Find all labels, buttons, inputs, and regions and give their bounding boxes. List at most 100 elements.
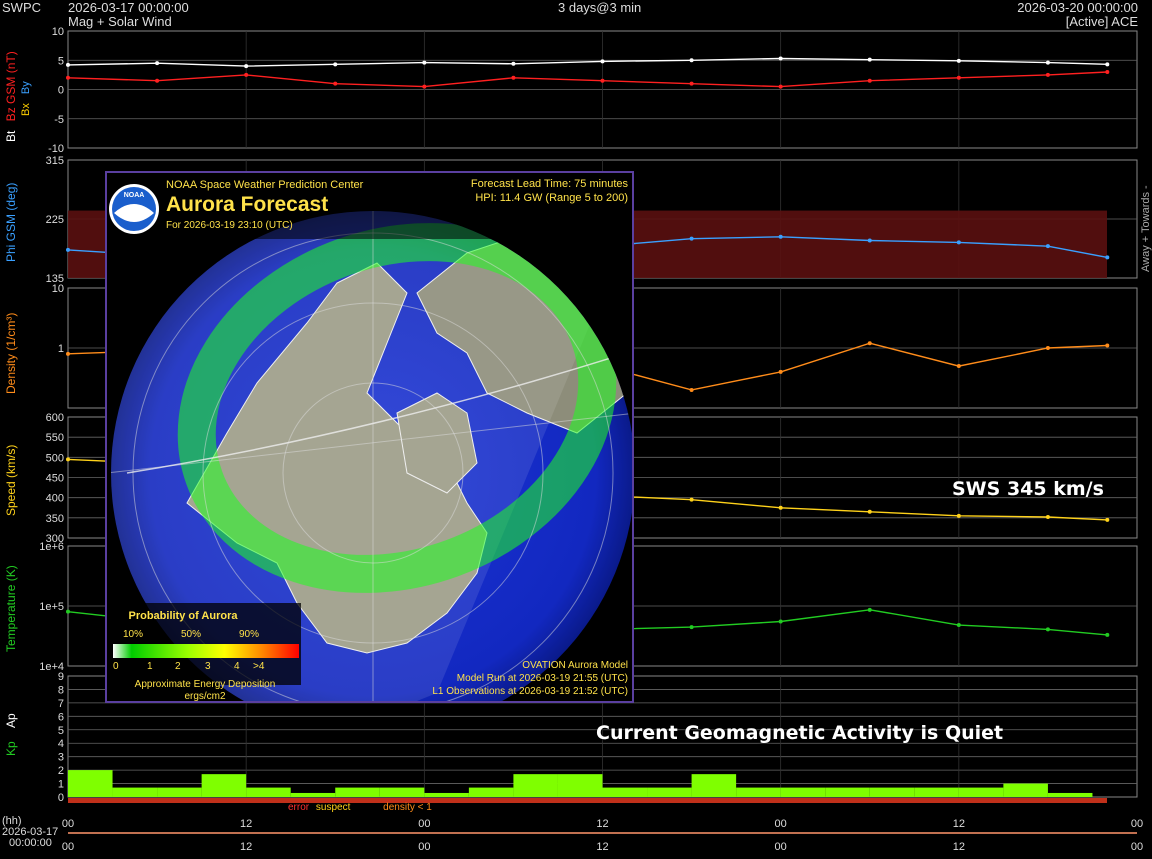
aurora-map: NOAA NOAA Space Weather Prediction Cente…	[107, 173, 632, 702]
kp-bar	[290, 792, 336, 797]
flag-strip	[68, 798, 1107, 803]
aurora-org: NOAA Space Weather Prediction Center	[166, 179, 364, 191]
xtick-label-top: 00	[62, 818, 74, 830]
phi-series-point	[778, 234, 783, 239]
xtick-label-top: 00	[775, 818, 787, 830]
model-name: OVATION Aurora Model	[522, 660, 628, 671]
phi-series-point	[867, 238, 872, 243]
phi-ylabel: Phi GSM (deg)	[4, 182, 18, 262]
ytick-label: 4	[58, 738, 64, 750]
phi-series-point	[956, 240, 961, 245]
bz-series-point	[600, 78, 605, 83]
bt-series-point	[66, 62, 70, 67]
bt-series-point	[956, 58, 961, 63]
aurora-for-time: For 2026-03-19 23:10 (UTC)	[166, 220, 293, 231]
by-label: By	[20, 81, 32, 95]
ytick-label: 1	[58, 779, 64, 791]
ytick-label: -5	[54, 114, 64, 126]
kp-bar	[157, 787, 202, 797]
xtick-label-bottom: 12	[596, 841, 608, 853]
ytick-label: 225	[46, 214, 64, 226]
svg-text:3: 3	[205, 661, 211, 672]
kp-bar	[869, 787, 915, 797]
bt-series-point	[155, 61, 160, 66]
bz-series-point	[333, 81, 338, 86]
xtick-label-bottom: 00	[62, 841, 74, 853]
ytick-label: 1e+5	[39, 601, 64, 613]
temperature-series-point	[689, 625, 694, 630]
kp-label: Kp	[4, 741, 18, 756]
kp-bar	[914, 787, 959, 797]
l1-observations: L1 Observations at 2026-03-19 21:52 (UTC…	[432, 686, 628, 697]
bt-series-line	[67, 57, 1108, 67]
ytick-label: 10	[52, 283, 64, 295]
ytick-label: 0	[58, 792, 64, 804]
probability-legend: Probability of Aurora 10% 50% 90% 0 1 2 …	[111, 603, 301, 702]
ytick-label: 315	[46, 155, 64, 167]
bz-series-point	[1105, 69, 1110, 74]
bt-series-point	[1105, 62, 1110, 67]
density-series-point	[956, 364, 961, 369]
ytick-label: 10	[52, 26, 64, 38]
bz-series-point	[155, 78, 160, 83]
svg-text:>4: >4	[253, 661, 265, 672]
kp-bar	[557, 774, 603, 797]
bt-label: Bt	[4, 130, 18, 142]
svg-text:Approximate Energy Deposition: Approximate Energy Deposition	[135, 679, 276, 690]
bt-series-point	[600, 59, 605, 64]
bz-label: Bz GSM (nT)	[4, 51, 18, 122]
bt-series-point	[867, 57, 872, 62]
bt-series-point	[511, 61, 516, 66]
speed-series-point	[867, 509, 872, 514]
ytick-label: 450	[46, 473, 64, 485]
phi-series-point	[1045, 244, 1050, 249]
speed-series-point	[689, 497, 694, 502]
ytick-label: 0	[58, 85, 64, 97]
bz-series-point	[244, 72, 249, 77]
ap-label: Ap	[4, 713, 18, 728]
ytick-label: 1e+6	[39, 541, 64, 553]
noaa-logo-icon: NOAA	[109, 184, 159, 234]
bz-series-point	[422, 84, 427, 89]
kp-ylabel: Kp Ap	[4, 713, 18, 756]
ytick-label: 1	[58, 343, 64, 355]
kp-bar	[1003, 783, 1048, 797]
kp-bar	[602, 787, 648, 797]
ytick-label: 350	[46, 513, 64, 525]
kp-bar	[825, 787, 870, 797]
temperature-series-point	[1045, 627, 1050, 632]
xtick-label-top: 00	[1131, 818, 1143, 830]
temperature-series-point	[956, 623, 961, 628]
sws-overlay: SWS 345 km/s	[952, 478, 1104, 500]
bx-by-ylabel: Bx By	[20, 81, 32, 116]
density-series-point	[867, 341, 872, 346]
phi-series-point	[689, 236, 694, 241]
kp-bar	[736, 787, 781, 797]
bz-series-point	[511, 75, 516, 80]
xtick-label-bottom: 00	[775, 841, 787, 853]
svg-text:ergs/cm2: ergs/cm2	[184, 691, 226, 702]
xtick-label-bottom: 12	[240, 841, 252, 853]
ytick-label: 6	[58, 711, 64, 723]
speed-ylabel: Speed (km/s)	[4, 444, 18, 516]
kp-bar	[424, 792, 469, 797]
kp-bar	[958, 787, 1004, 797]
kp-bar	[379, 787, 425, 797]
xtick-label-bottom: 00	[1131, 841, 1143, 853]
svg-text:Probability of Aurora: Probability of Aurora	[129, 610, 239, 622]
bt-series-point	[244, 64, 249, 69]
xtick-label-top: 12	[240, 818, 252, 830]
temperature-series-point	[778, 619, 783, 624]
bz-series-point	[956, 75, 961, 80]
bz-series-point	[1045, 72, 1050, 77]
ytick-label: 5	[58, 55, 64, 67]
bz-series-line	[67, 71, 1108, 88]
density-series-point	[66, 351, 70, 356]
bz-series-point	[66, 75, 70, 80]
aurora-title: Aurora Forecast	[166, 193, 328, 216]
xtick-label-top: 00	[418, 818, 430, 830]
speed-series-point	[66, 457, 70, 462]
kp-bar	[513, 774, 558, 797]
bz-series-point	[867, 78, 872, 83]
ytick-label: -10	[48, 143, 64, 155]
